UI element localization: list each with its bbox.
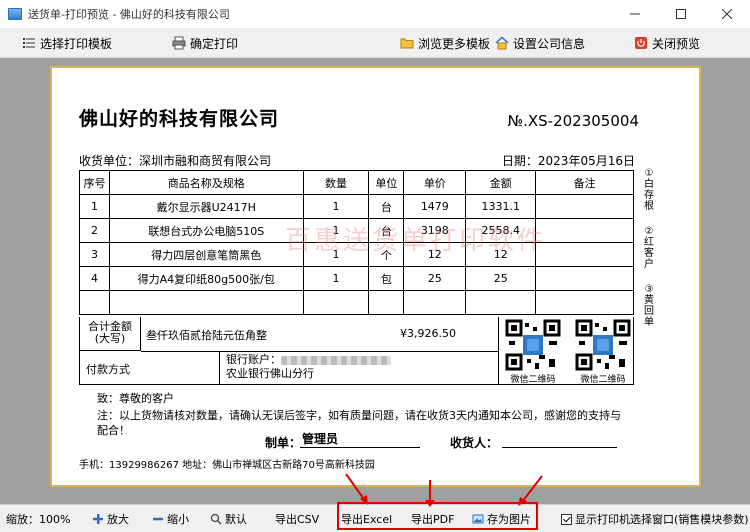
minimize-button[interactable] bbox=[612, 0, 658, 28]
payment-method-label: 付款方式 bbox=[80, 351, 220, 384]
close-icon bbox=[722, 9, 732, 19]
maker-label: 制单： bbox=[265, 436, 302, 450]
window-controls bbox=[612, 0, 750, 28]
app-icon bbox=[8, 8, 22, 20]
table-cell: 25 bbox=[403, 266, 467, 291]
table-cell bbox=[535, 242, 634, 267]
minus-icon bbox=[153, 517, 163, 521]
bank-account-blurred bbox=[281, 355, 391, 365]
maximize-button[interactable] bbox=[658, 0, 704, 28]
confirm-print-button[interactable]: 确定打印 bbox=[172, 33, 238, 53]
company-settings-label: 设置公司信息 bbox=[513, 36, 586, 51]
table-row: 1 戴尔显示器U2417H 1 台 1479 1331.1 bbox=[79, 194, 634, 219]
table-row: 4 得力A4复印纸80g500张/包 1 包 25 25 bbox=[79, 266, 634, 291]
total-amount: ¥3,926.50 bbox=[400, 327, 456, 340]
watermark: 百惠送货单打印软件 bbox=[285, 226, 547, 256]
table-cell: 1 bbox=[302, 266, 370, 291]
close-preview-button[interactable]: 关闭预览 bbox=[634, 33, 700, 53]
title-bar: 送货单-打印预览 - 佛山好的科技有限公司 bbox=[0, 0, 750, 28]
column-header: 序号 bbox=[79, 170, 110, 195]
delivery-note-page: 佛山好的科技有限公司 №.XS-202305004 收货单位：深圳市融和商贸有限… bbox=[50, 66, 701, 487]
wechat-qr-code bbox=[575, 319, 631, 371]
bank-info: 银行账户： 农业银行佛山分行 bbox=[226, 353, 391, 381]
table-cell: 联想台式办公电脑510S bbox=[108, 218, 304, 243]
bank-name: 农业银行佛山分行 bbox=[226, 367, 314, 380]
select-template-button[interactable]: 选择打印模板 bbox=[22, 33, 112, 53]
table-row-empty bbox=[79, 290, 634, 315]
window-title: 送货单-打印预览 - 佛山好的科技有限公司 bbox=[28, 8, 230, 21]
table-cell: 1 bbox=[302, 194, 370, 219]
summary-section: 合计金额 (大写) 叁仟玖佰贰拾陆元伍角整 ¥3,926.50 付款方式 银行账… bbox=[79, 317, 634, 385]
document-number: №.XS-202305004 bbox=[507, 112, 639, 130]
toolbar: 选择打印模板 确定打印 浏览更多模板 设置公司信息 关闭预览 bbox=[0, 28, 750, 58]
table-cell bbox=[535, 266, 634, 291]
total-in-words: 叁仟玖佰贰拾陆元伍角整 bbox=[146, 329, 267, 342]
receiver-sign-line bbox=[502, 447, 617, 448]
zoom-in-button[interactable]: 放大 bbox=[92, 511, 129, 527]
printer-icon bbox=[172, 36, 186, 50]
table-header-row: 序号 商品名称及规格 数量 单位 单价 金额 备注 bbox=[79, 170, 634, 195]
confirm-print-label: 确定打印 bbox=[190, 36, 239, 51]
export-csv-button[interactable]: 导出CSV bbox=[275, 511, 319, 527]
folder-icon bbox=[400, 38, 414, 49]
browse-more-label: 浏览更多模板 bbox=[418, 36, 491, 51]
column-header: 商品名称及规格 bbox=[108, 170, 304, 195]
qr-caption: 微信二维码 bbox=[510, 375, 556, 385]
select-template-label: 选择打印模板 bbox=[40, 36, 113, 51]
greeting: 致：尊敬的客户 bbox=[97, 392, 174, 405]
qr-caption: 微信二维码 bbox=[580, 375, 626, 385]
table-cell bbox=[535, 194, 634, 219]
show-printer-checkbox[interactable]: 显示打印机选择窗口(销售模块参数) bbox=[561, 511, 749, 527]
magnifier-icon bbox=[210, 513, 222, 525]
column-header: 单价 bbox=[403, 170, 467, 195]
table-cell: 包 bbox=[368, 266, 405, 291]
column-header: 金额 bbox=[465, 170, 537, 195]
table-cell: 25 bbox=[465, 266, 537, 291]
table-cell: 3 bbox=[79, 242, 110, 267]
table-cell: 1331.1 bbox=[465, 194, 537, 219]
table-cell: 2 bbox=[79, 218, 110, 243]
document-date: 日期：2023年05月16日 bbox=[501, 154, 635, 168]
home-icon bbox=[495, 36, 509, 50]
maximize-icon bbox=[676, 9, 686, 19]
arrow-icon bbox=[518, 475, 543, 506]
table-cell: 戴尔显示器U2417H bbox=[108, 194, 304, 219]
column-header: 单位 bbox=[368, 170, 405, 195]
preview-area[interactable]: 佛山好的科技有限公司 №.XS-202305004 收货单位：深圳市融和商贸有限… bbox=[0, 58, 750, 504]
table-cell: 台 bbox=[368, 194, 405, 219]
receiver-sign-label: 收货人： bbox=[450, 436, 499, 450]
copy-distribution-note: ① 白 存 根 ② 红 客 户 ③ 黄 回 单 bbox=[644, 168, 654, 328]
maker-value: 管理员 bbox=[300, 430, 420, 448]
bank-account-label: 银行账户： bbox=[226, 353, 281, 366]
column-header: 备注 bbox=[535, 170, 634, 195]
template-list-icon bbox=[23, 38, 35, 48]
zoom-out-button[interactable]: 缩小 bbox=[152, 511, 189, 527]
arrow-icon bbox=[345, 473, 368, 505]
checkbox-checked-icon bbox=[561, 513, 572, 525]
table-cell: 1479 bbox=[403, 194, 467, 219]
company-name: 佛山好的科技有限公司 bbox=[79, 108, 280, 130]
wechat-qr-code bbox=[505, 319, 561, 371]
company-settings-button[interactable]: 设置公司信息 bbox=[495, 33, 585, 53]
qr-codes: 微信二维码 微信二维码 bbox=[498, 317, 635, 385]
plus-icon bbox=[93, 514, 103, 524]
close-button[interactable] bbox=[704, 0, 750, 28]
column-header: 数量 bbox=[302, 170, 370, 195]
zoom-level: 缩放：100% bbox=[6, 513, 71, 526]
close-preview-label: 关闭预览 bbox=[652, 36, 701, 51]
table-cell: 1 bbox=[79, 194, 110, 219]
browse-more-templates-button[interactable]: 浏览更多模板 bbox=[400, 33, 490, 53]
power-icon bbox=[635, 37, 647, 49]
receiver-unit: 收货单位：深圳市融和商贸有限公司 bbox=[79, 154, 272, 168]
table-cell: 得力四层创意笔筒黑色 bbox=[108, 242, 304, 267]
table-cell bbox=[535, 218, 634, 243]
arrow-icon bbox=[425, 480, 435, 507]
table-cell: 得力A4复印纸80g500张/包 bbox=[108, 266, 304, 291]
default-zoom-button[interactable]: 默认 bbox=[210, 511, 247, 527]
minimize-icon bbox=[630, 13, 640, 15]
total-label: 合计金额 (大写) bbox=[80, 317, 141, 351]
contact-info: 手机：13929986267 地址：佛山市禅城区古新路70号高新科技园 bbox=[79, 460, 375, 471]
table-cell: 4 bbox=[79, 266, 110, 291]
